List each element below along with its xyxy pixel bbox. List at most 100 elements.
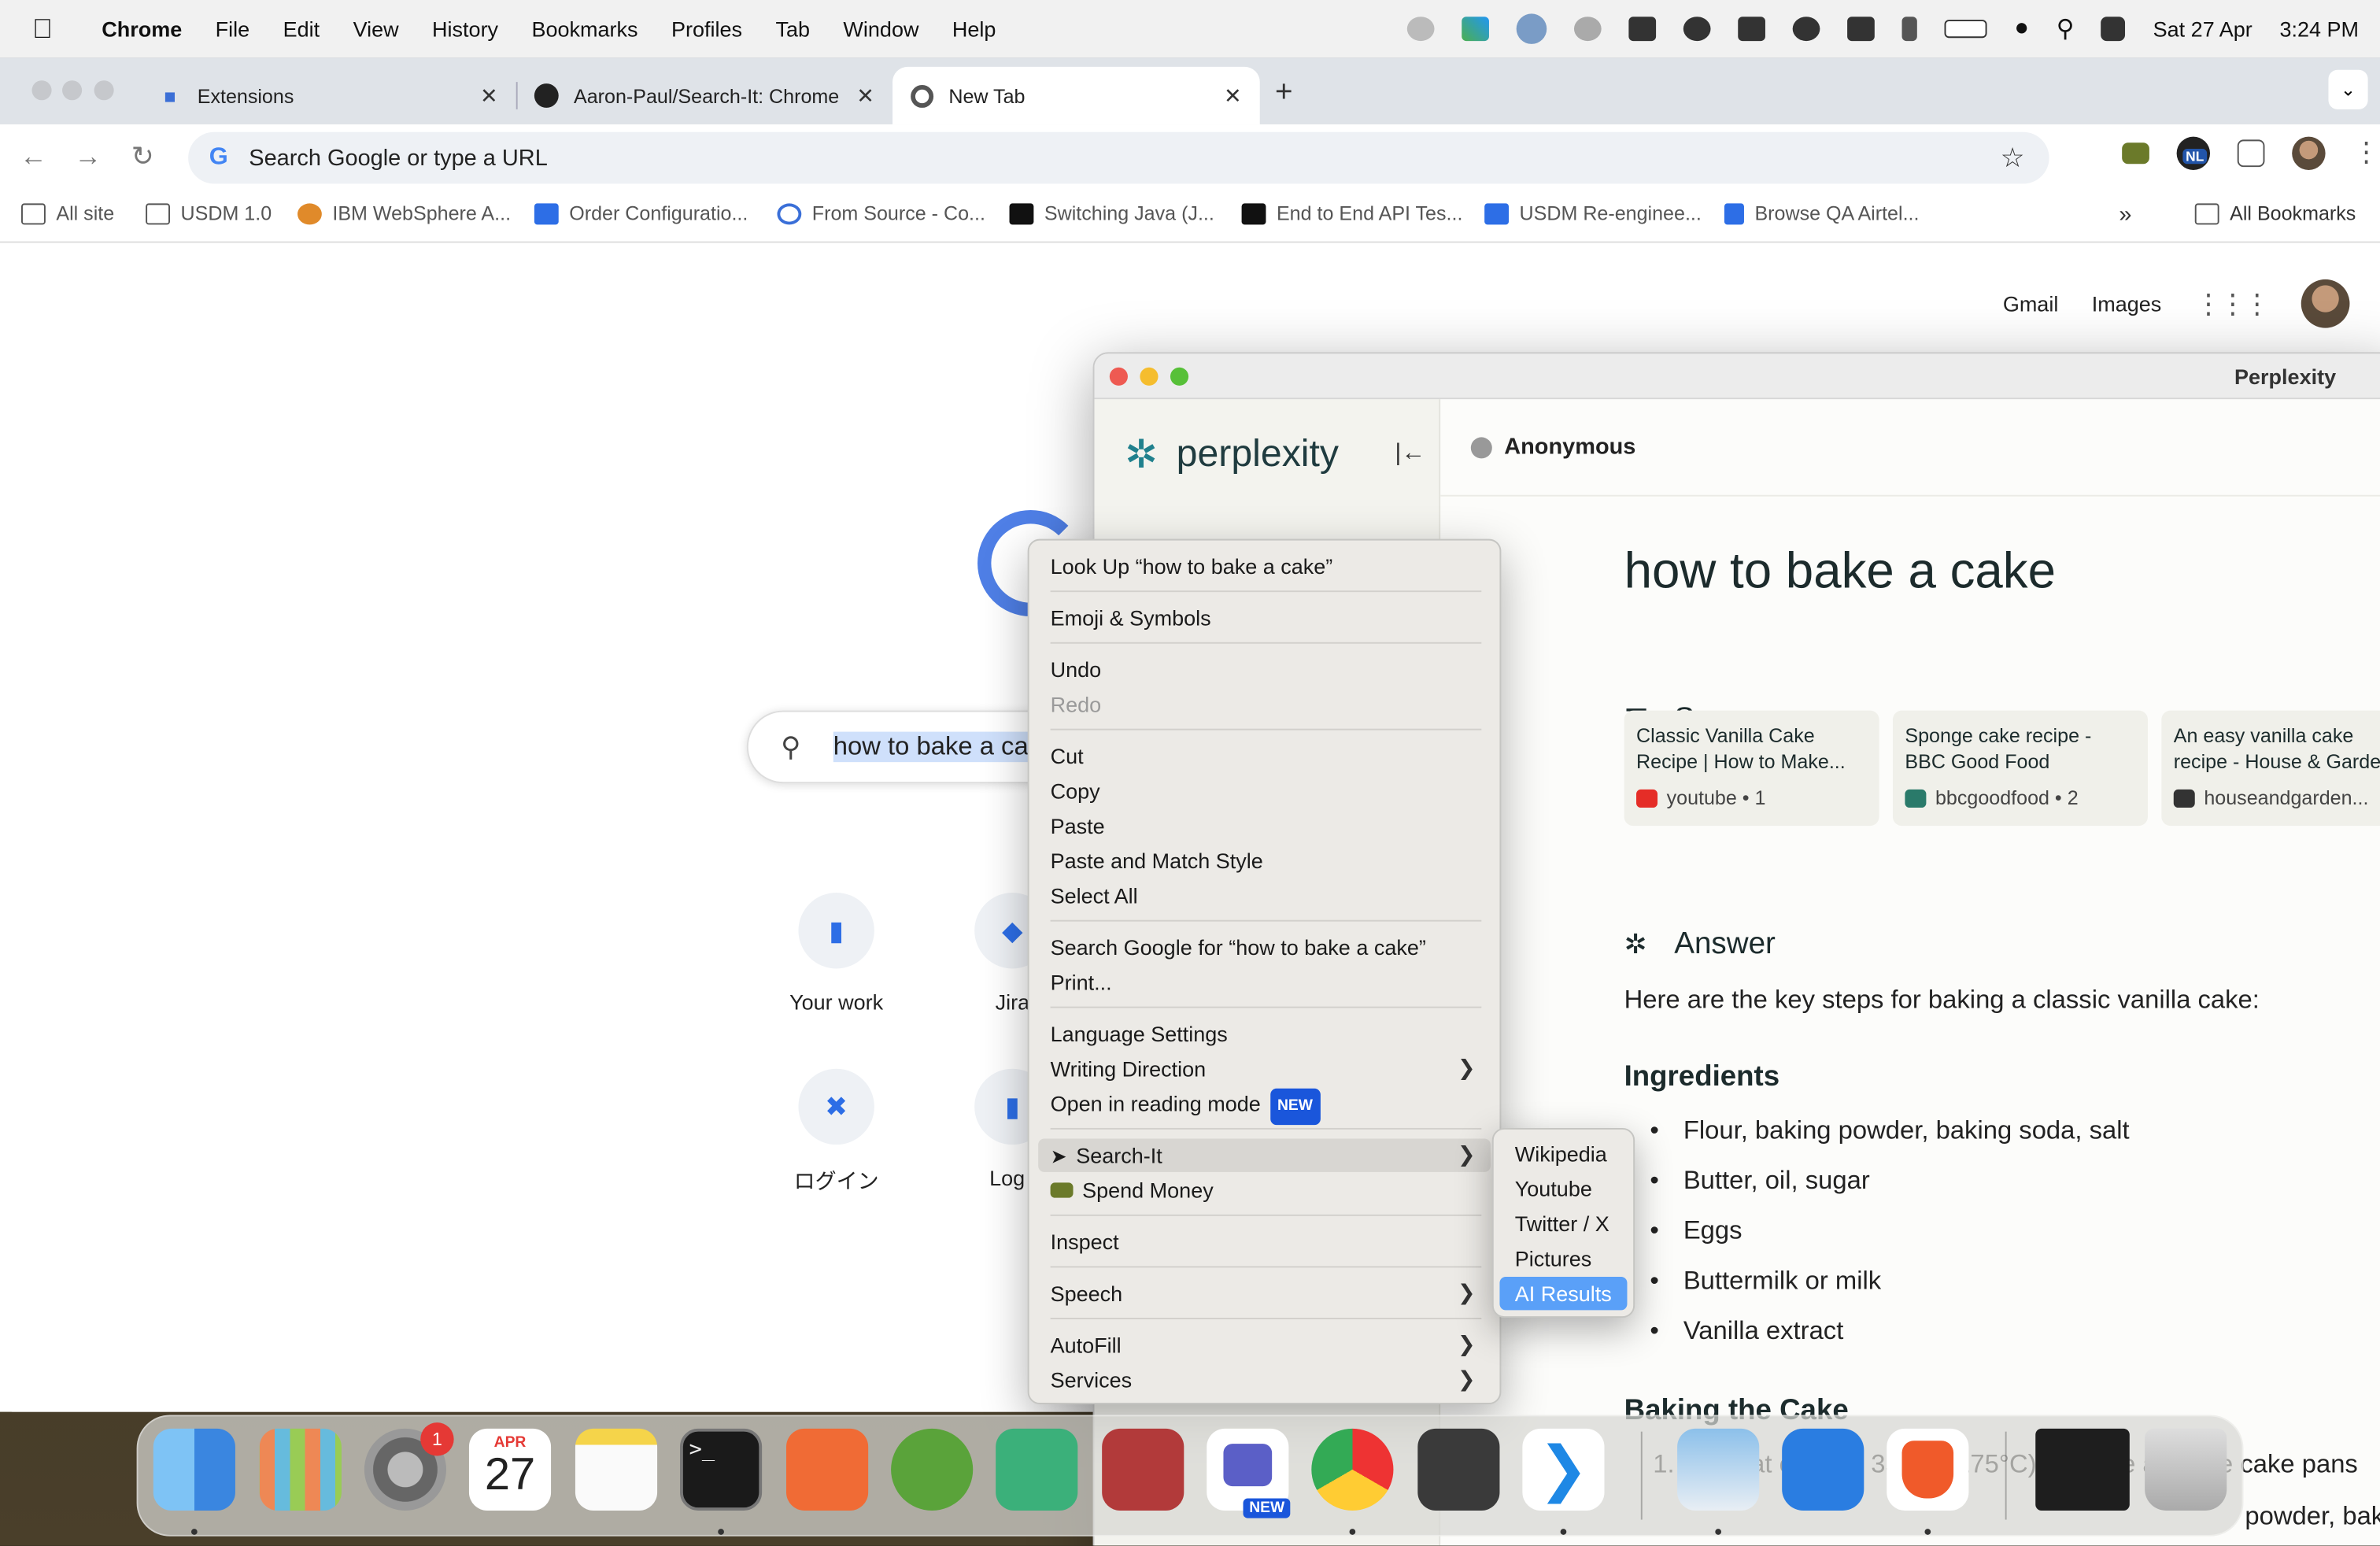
shortcut-your-work[interactable]: ▮ Your work xyxy=(760,893,912,1014)
menu-window[interactable]: Window xyxy=(826,17,935,41)
collapse-sidebar-icon[interactable]: |← xyxy=(1395,440,1425,468)
twitter-item[interactable]: Twitter / X xyxy=(1515,1207,1609,1240)
close-window-button[interactable] xyxy=(31,80,52,101)
calendar-icon[interactable]: APR 27 xyxy=(468,1428,552,1511)
minimize-window-button[interactable] xyxy=(1140,367,1159,386)
close-icon[interactable]: ✕ xyxy=(480,83,498,109)
camera-icon[interactable] xyxy=(1628,17,1657,42)
speech-item[interactable]: Speech xyxy=(1051,1277,1123,1310)
menu-history[interactable]: History xyxy=(416,17,515,41)
print-item[interactable]: Print... xyxy=(1051,966,1112,999)
bookmarks-overflow-button[interactable]: » xyxy=(2119,202,2131,228)
bookmark-api-test[interactable]: End to End API Tes... xyxy=(1241,202,1462,224)
writing-direction-item[interactable]: Writing Direction xyxy=(1051,1052,1482,1086)
search-it-item[interactable]: ➤ Search-It xyxy=(1051,1138,1162,1171)
undo-item[interactable]: Undo xyxy=(1051,653,1102,686)
emoji-symbols-item[interactable]: Emoji & Symbols xyxy=(1051,601,1211,634)
ai-results-item[interactable]: AI Results xyxy=(1499,1276,1628,1311)
menubar-date[interactable]: Sat 27 Apr xyxy=(2153,17,2252,41)
tab-github[interactable]: Aaron-Paul/Search-It: Chrome ✕ xyxy=(516,67,893,124)
close-icon[interactable]: ✕ xyxy=(1224,83,1242,109)
all-bookmarks-button[interactable]: All Bookmarks xyxy=(2194,202,2356,224)
globe-icon[interactable] xyxy=(1574,17,1602,42)
control-center-icon[interactable] xyxy=(2101,17,2126,42)
notes-icon[interactable] xyxy=(575,1428,658,1511)
back-icon[interactable]: ← xyxy=(6,140,61,172)
autofill-item[interactable]: AutoFill xyxy=(1051,1329,1122,1362)
spring-tools-icon[interactable] xyxy=(891,1428,974,1511)
chrome-icon[interactable] xyxy=(1311,1428,1394,1511)
menu-app-name[interactable]: Chrome xyxy=(85,17,198,41)
cut-item[interactable]: Cut xyxy=(1051,739,1084,772)
launchpad-icon[interactable] xyxy=(259,1428,342,1511)
brave-icon[interactable] xyxy=(1887,1428,1969,1511)
more-menu-icon[interactable]: ⋮ xyxy=(2352,137,2380,170)
menubar-time[interactable]: 3:24 PM xyxy=(2279,17,2359,41)
menu-profiles[interactable]: Profiles xyxy=(655,17,759,41)
copy-item[interactable]: Copy xyxy=(1051,775,1100,808)
send-icon[interactable] xyxy=(1516,13,1547,44)
bookmark-usdm[interactable]: USDM 1.0 xyxy=(146,202,272,224)
bookmark-order-config[interactable]: Order Configuratio... xyxy=(534,202,748,224)
menu-file[interactable]: File xyxy=(198,17,266,41)
menu-bookmarks[interactable]: Bookmarks xyxy=(515,17,654,41)
look-up-item[interactable]: Look Up “how to bake a cake” xyxy=(1051,549,1333,583)
brush-icon[interactable] xyxy=(1901,17,1917,42)
source-card[interactable]: Classic Vanilla Cake Recipe | How to Mak… xyxy=(1624,710,1879,827)
google-account-avatar[interactable] xyxy=(2301,279,2350,328)
zoom-window-button[interactable] xyxy=(94,80,114,101)
source-card[interactable]: Sponge cake recipe - BBC Good Food bbcgo… xyxy=(1892,710,2148,827)
select-all-item[interactable]: Select All xyxy=(1051,879,1138,912)
bookmark-usdm-reeng[interactable]: USDM Re-enginee... xyxy=(1484,202,1702,224)
paste-match-style-item[interactable]: Paste and Match Style xyxy=(1051,844,1263,877)
bookmark-from-source[interactable]: From Source - Co... xyxy=(777,202,985,224)
zoom-window-button[interactable] xyxy=(1170,367,1189,386)
profile-avatar[interactable] xyxy=(2292,136,2326,171)
preview-icon[interactable] xyxy=(1677,1428,1760,1511)
disk-icon[interactable] xyxy=(1792,17,1820,42)
services-item[interactable]: Services xyxy=(1051,1363,1133,1396)
datagrip-icon[interactable] xyxy=(996,1428,1078,1511)
bookmark-star-icon[interactable]: ☆ xyxy=(2001,142,2025,174)
safari-icon[interactable] xyxy=(1782,1428,1864,1511)
menu-tab[interactable]: Tab xyxy=(759,17,826,41)
reading-mode-item[interactable]: Open in reading mode NEW xyxy=(1051,1087,1321,1126)
youtube-item[interactable]: Youtube xyxy=(1515,1172,1592,1205)
shortcut-login-jp[interactable]: ✖ ログイン xyxy=(760,1068,912,1196)
close-icon[interactable]: ✕ xyxy=(856,83,874,109)
spend-money-item[interactable]: Spend Money xyxy=(1050,1174,1214,1207)
apps-grid-icon[interactable]: ⋮⋮⋮ xyxy=(2195,287,2271,320)
user-name[interactable]: Anonymous xyxy=(1504,435,1635,460)
search-google-item[interactable]: Search Google for “how to bake a cake” xyxy=(1051,930,1426,963)
menu-help[interactable]: Help xyxy=(936,17,1013,41)
helix-icon[interactable] xyxy=(1102,1428,1184,1511)
tank-icon[interactable] xyxy=(2122,142,2149,165)
menu-edit[interactable]: Edit xyxy=(266,17,336,41)
wikipedia-item[interactable]: Wikipedia xyxy=(1515,1137,1607,1171)
search-icon[interactable]: ⚲ xyxy=(2057,13,2075,44)
sync-icon[interactable] xyxy=(1406,17,1435,42)
pictures-item[interactable]: Pictures xyxy=(1515,1242,1592,1275)
omnibox[interactable]: G Search Google or type a URL ☆ xyxy=(188,131,2049,184)
bookmark-all-site[interactable]: All site xyxy=(21,202,114,224)
bookmark-browse-qa[interactable]: Browse QA Airtel... xyxy=(1724,202,1919,224)
terminal-icon[interactable]: >_ xyxy=(680,1428,763,1511)
menu-view[interactable]: View xyxy=(336,17,415,41)
postman-icon[interactable] xyxy=(786,1428,869,1511)
forward-icon[interactable]: → xyxy=(61,140,115,172)
search-query-text[interactable]: how to bake a cak xyxy=(833,731,1042,763)
sublime-text-icon[interactable] xyxy=(1417,1428,1500,1511)
source-card[interactable]: An easy vanilla cake recipe - House & Ga… xyxy=(2161,710,2380,827)
pen-icon[interactable] xyxy=(1462,17,1490,42)
paste-item[interactable]: Paste xyxy=(1051,809,1105,842)
close-window-button[interactable] xyxy=(1109,367,1128,386)
images-link[interactable]: Images xyxy=(2092,291,2162,316)
battery-icon[interactable] xyxy=(1944,20,1987,39)
gmail-link[interactable]: Gmail xyxy=(2003,291,2059,316)
tab-extensions[interactable]: ■ Extensions ✕ xyxy=(139,67,518,124)
vscode-window-thumbnail[interactable] xyxy=(2035,1428,2130,1511)
bookmark-ibm[interactable]: IBM WebSphere A... xyxy=(298,202,511,224)
tab-new-tab[interactable]: New Tab ✕ xyxy=(893,66,1260,125)
inspect-item[interactable]: Inspect xyxy=(1051,1225,1119,1258)
bookmark-switching-java[interactable]: Switching Java (J... xyxy=(1009,202,1214,224)
